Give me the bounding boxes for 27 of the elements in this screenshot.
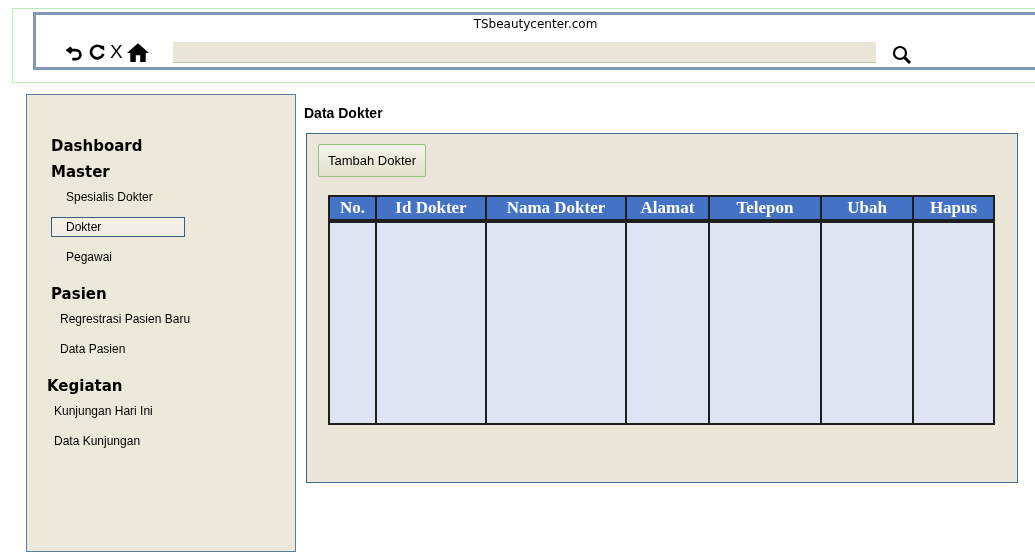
column-header: No. xyxy=(330,197,375,219)
column-header: Alamat xyxy=(627,197,708,219)
section-heading: Master xyxy=(50,163,111,181)
sidebar-item[interactable]: Data Pasien xyxy=(45,339,241,359)
sidebar-item[interactable]: Kunjungan Hari Ini xyxy=(39,401,205,421)
column-header: Nama Dokter xyxy=(487,197,625,219)
site-title: TSbeautycenter.com xyxy=(472,17,599,31)
section-heading: Kegiatan xyxy=(46,377,124,395)
close-button[interactable]: X xyxy=(110,42,123,62)
sidebar-item[interactable]: Pegawai xyxy=(51,247,185,267)
sidebar-item[interactable]: Data Kunjungan xyxy=(39,431,205,451)
column-header: Hapus xyxy=(914,197,993,219)
sidebar-item[interactable]: Spesialis Dokter xyxy=(51,187,185,207)
search-icon[interactable] xyxy=(891,45,912,65)
home-icon[interactable] xyxy=(126,42,149,62)
column-header: Telepon xyxy=(710,197,820,219)
add-button[interactable]: Tambah Dokter xyxy=(318,144,427,177)
address-field[interactable] xyxy=(172,41,876,63)
column-header: Id Dokter xyxy=(377,197,485,219)
sidebar-item[interactable]: Dokter xyxy=(51,217,185,237)
column-header: Ubah xyxy=(822,197,912,219)
section-heading: Dashboard xyxy=(50,137,144,155)
refresh-icon[interactable] xyxy=(88,43,106,61)
sidebar-item[interactable]: Regrestrasi Pasien Baru xyxy=(45,309,241,329)
section-heading: Pasien xyxy=(50,285,108,303)
page-title: Data Dokter xyxy=(304,105,384,121)
undo-icon[interactable] xyxy=(66,43,84,61)
